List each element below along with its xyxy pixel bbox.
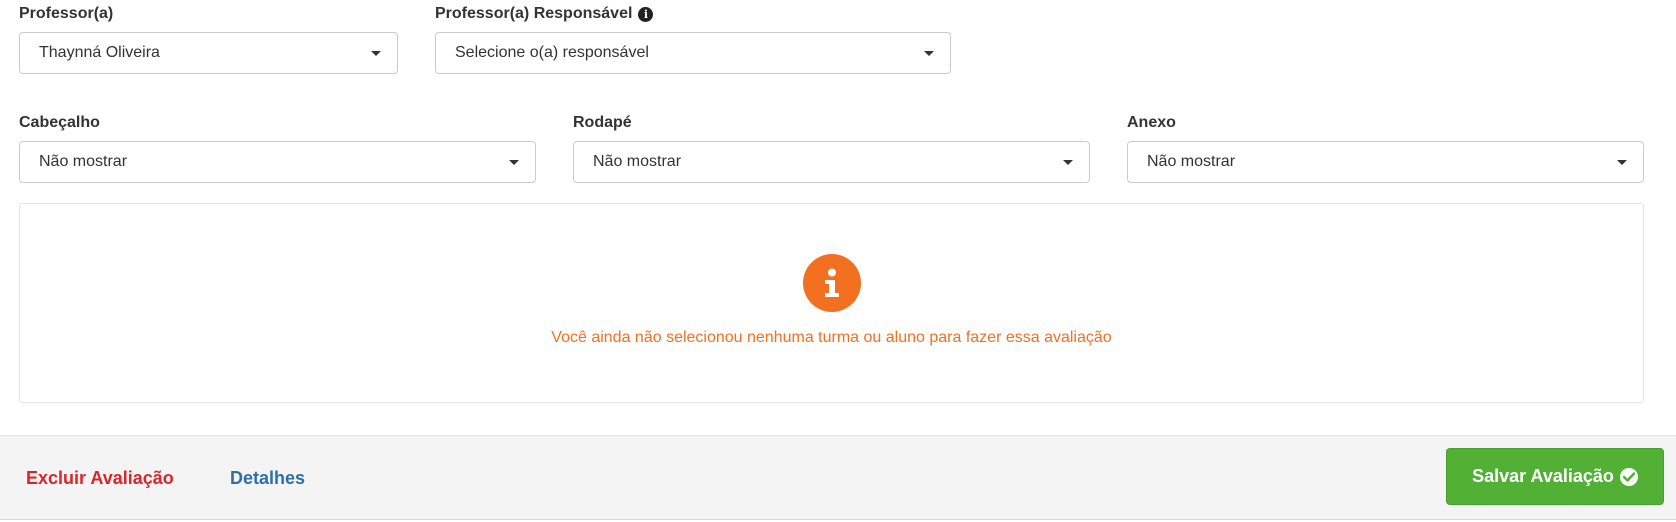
save-button-label: Salvar Avaliação xyxy=(1472,466,1614,486)
professor-select[interactable]: Thaynná Oliveira xyxy=(19,32,398,74)
details-link[interactable]: Detalhes xyxy=(230,466,305,490)
cabecalho-select[interactable]: Não mostrar xyxy=(19,141,536,183)
delete-evaluation-link[interactable]: Excluir Avaliação xyxy=(26,466,174,490)
cabecalho-select-value: Não mostrar xyxy=(39,153,128,170)
professor-label: Professor(a) xyxy=(19,5,114,22)
rodape-label: Rodapé xyxy=(573,114,632,131)
info-circle-icon[interactable]: i xyxy=(638,6,654,22)
check-circle-icon xyxy=(1619,467,1638,486)
professor-responsavel-placeholder: Selecione o(a) responsável xyxy=(455,44,649,61)
rodape-select[interactable]: Não mostrar xyxy=(573,141,1090,183)
footer-action-bar: Excluir Avaliação Detalhes Salvar Avalia… xyxy=(0,435,1676,520)
save-evaluation-button[interactable]: Salvar Avaliação xyxy=(1446,448,1664,505)
empty-state-message: Você ainda não selecionou nenhuma turma … xyxy=(551,329,1112,346)
caret-down-icon xyxy=(509,159,519,165)
professor-responsavel-label: Professor(a) Responsável i xyxy=(435,4,654,24)
caret-down-icon xyxy=(371,50,381,56)
info-glyph xyxy=(825,268,839,297)
professor-select-value: Thaynná Oliveira xyxy=(39,44,160,61)
anexo-label: Anexo xyxy=(1127,114,1176,131)
cabecalho-label: Cabeçalho xyxy=(19,114,100,131)
caret-down-icon xyxy=(924,50,934,56)
info-circle-icon xyxy=(803,254,861,312)
check-glyph xyxy=(1622,471,1635,482)
professor-responsavel-select[interactable]: Selecione o(a) responsável xyxy=(435,32,951,74)
caret-down-icon xyxy=(1063,159,1073,165)
rodape-select-value: Não mostrar xyxy=(593,153,682,170)
caret-down-icon xyxy=(1617,159,1627,165)
anexo-select-value: Não mostrar xyxy=(1147,153,1236,170)
anexo-select[interactable]: Não mostrar xyxy=(1127,141,1644,183)
empty-state-panel: Você ainda não selecionou nenhuma turma … xyxy=(19,203,1644,403)
